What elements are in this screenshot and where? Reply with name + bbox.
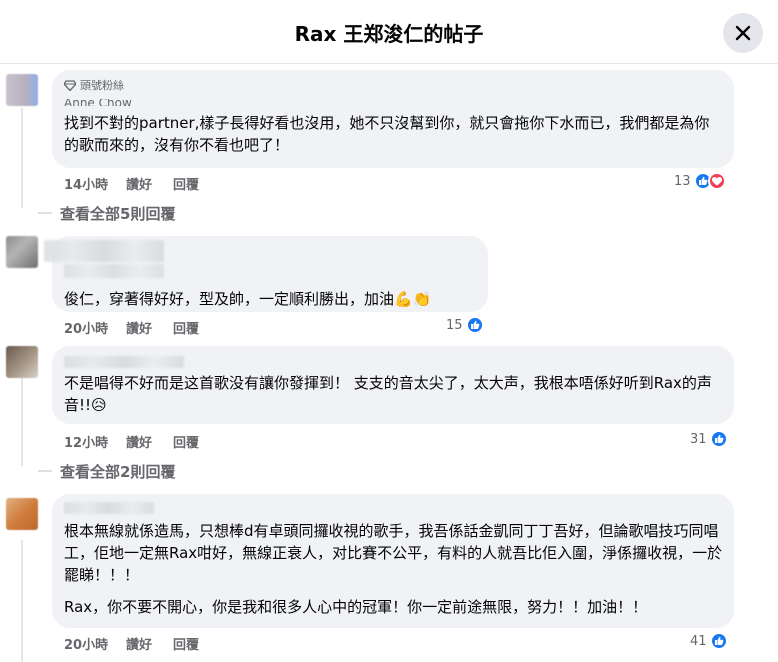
- author-name[interactable]: Anne Chow: [64, 94, 722, 106]
- reaction-summary[interactable]: 41: [690, 632, 728, 650]
- badge-label: 頭號粉絲: [80, 79, 124, 92]
- comment-text: 俊仁，穿著得好好，型及帥，一定順利勝出，加油💪👏: [64, 290, 432, 308]
- comment-bubble: 頭號粉絲 Anne Chow 找到不對的partner,樣子長得好看也沒用，她不…: [52, 70, 734, 168]
- avatar[interactable]: [6, 236, 38, 268]
- avatar[interactable]: [6, 346, 38, 378]
- avatar[interactable]: [6, 74, 38, 106]
- thread-connector: [21, 108, 23, 208]
- comment-time[interactable]: 20小時: [64, 318, 126, 337]
- thread-connector: [21, 376, 23, 466]
- comment-time[interactable]: 14小時: [64, 174, 126, 193]
- comment-text: 根本無線就係造馬，只想棒d有卓頭同攞收視的歌手，我吾係話金凱同丁丁吾好，但論歌唱…: [64, 522, 723, 584]
- comment-actions: 14小時 讚好 回覆: [64, 174, 199, 193]
- like-reaction-icon: [709, 430, 728, 448]
- reaction-summary[interactable]: 13: [674, 172, 726, 190]
- thread-connector: [21, 540, 23, 662]
- view-replies-button[interactable]: 查看全部2則回覆: [60, 461, 175, 482]
- comment-bubble: 根本無線就係造馬，只想棒d有卓頭同攞收視的歌手，我吾係話金凱同丁丁吾好，但論歌唱…: [52, 494, 734, 628]
- top-fan-badge: 頭號粉絲: [64, 78, 722, 92]
- reply-button[interactable]: 回覆: [173, 318, 199, 337]
- comment-text: 不是唱得不好而是这首歌没有讓你發揮到！ 支支的音太尖了，太大声，我根本唔係好听到…: [64, 374, 712, 414]
- like-button[interactable]: 讚好: [126, 174, 173, 193]
- reply-button[interactable]: 回覆: [173, 174, 199, 193]
- reaction-count: 13: [674, 173, 691, 189]
- reply-connector: [38, 470, 52, 472]
- comment-actions: 20小時 讚好 回覆: [64, 634, 199, 653]
- comment-actions: 20小時 讚好 回覆: [64, 318, 199, 337]
- like-button[interactable]: 讚好: [126, 634, 173, 653]
- comment-text: 找到不對的partner,樣子長得好看也沒用，她不只沒幫到你，就只會拖你下水而已…: [64, 114, 710, 154]
- comment-time[interactable]: 12小時: [64, 432, 126, 451]
- love-reaction-icon: [707, 172, 726, 190]
- avatar[interactable]: [6, 498, 38, 530]
- close-icon: [735, 25, 751, 41]
- author-name[interactable]: [64, 354, 722, 368]
- reply-button[interactable]: 回覆: [173, 432, 199, 451]
- comment-actions: 12小時 讚好 回覆: [64, 432, 199, 451]
- view-replies-button[interactable]: 查看全部5則回覆: [60, 203, 175, 224]
- diamond-icon: [64, 79, 76, 91]
- like-button[interactable]: 讚好: [126, 318, 173, 337]
- reaction-summary[interactable]: 15: [446, 316, 484, 334]
- like-reaction-icon: [709, 632, 728, 650]
- comment-bubble: 俊仁，穿著得好好，型及帥，一定順利勝出，加油💪👏: [44, 236, 488, 312]
- reaction-count: 41: [690, 633, 707, 649]
- reaction-count: 15: [446, 317, 463, 333]
- like-reaction-icon: [465, 316, 484, 334]
- reaction-count: 31: [690, 431, 707, 447]
- like-button[interactable]: 讚好: [126, 432, 173, 451]
- page-title: Rax 王郑浚仁的帖子: [294, 22, 484, 46]
- comment-time[interactable]: 20小時: [64, 634, 126, 653]
- comment-bubble: 不是唱得不好而是这首歌没有讓你發揮到！ 支支的音太尖了，太大声，我根本唔係好听到…: [52, 346, 734, 424]
- reply-connector: [38, 212, 52, 214]
- post-dialog-header: Rax 王郑浚仁的帖子: [0, 0, 778, 64]
- reaction-summary[interactable]: 31: [690, 430, 728, 448]
- comment-text-paragraph-2: Rax，你不要不開心，你是我和很多人心中的冠軍！你一定前途無限，努力！！加油！！: [64, 598, 648, 616]
- author-name[interactable]: [64, 502, 722, 516]
- close-button[interactable]: [723, 13, 763, 53]
- author-name[interactable]: [44, 240, 476, 278]
- reply-button[interactable]: 回覆: [173, 634, 199, 653]
